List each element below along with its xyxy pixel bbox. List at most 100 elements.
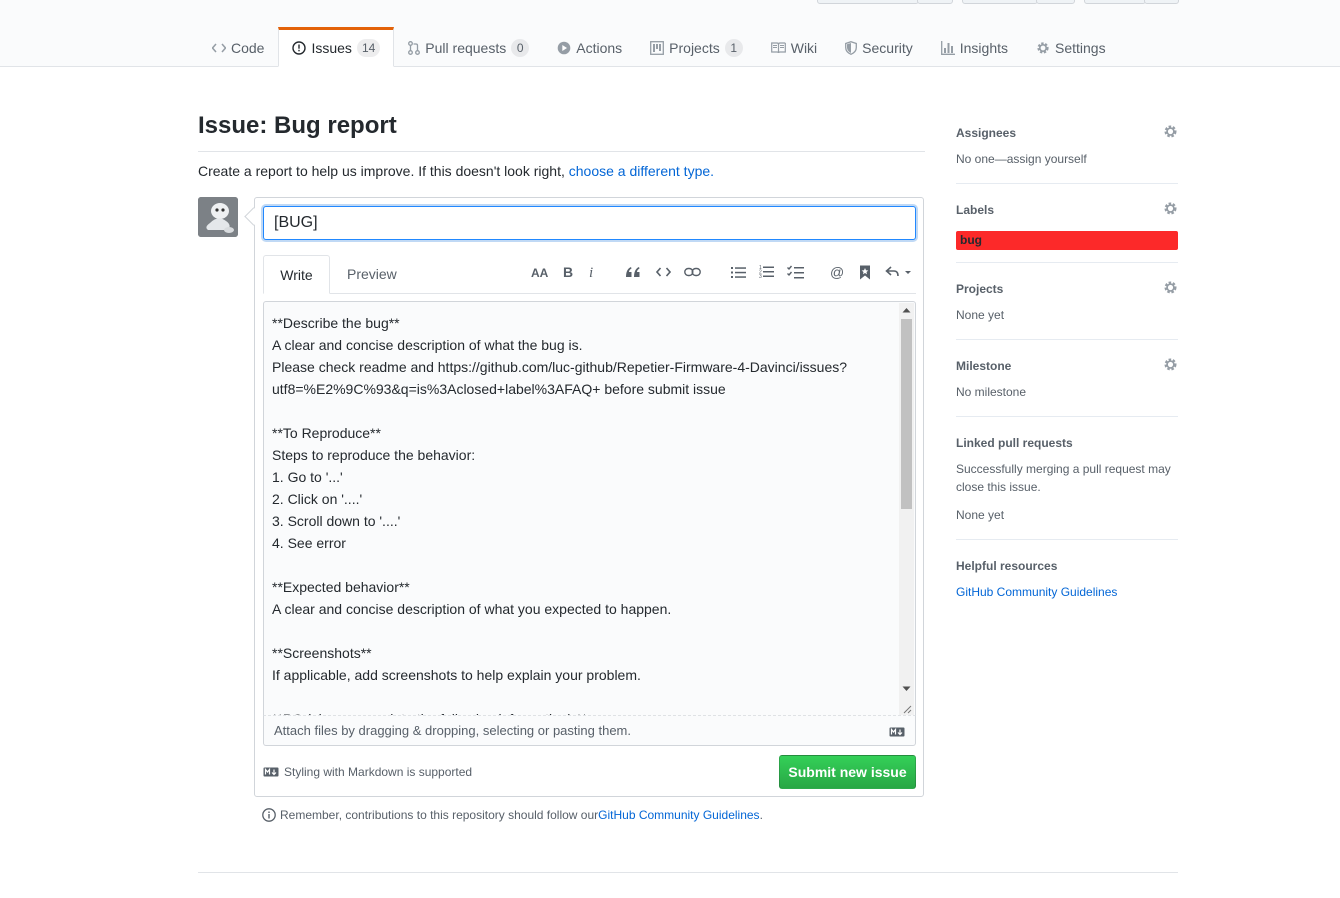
tab-label: Settings (1055, 39, 1106, 56)
tab-label: Actions (576, 39, 623, 56)
issue-body-textarea[interactable]: **Describe the bug** A clear and concise… (263, 301, 916, 716)
description-text: Create a report to help us improve. If t… (198, 163, 569, 179)
tab-label: Projects (669, 39, 720, 56)
gear-icon[interactable] (1163, 124, 1178, 142)
projects-counter: 1 (724, 38, 743, 57)
graph-icon (940, 40, 955, 55)
gear-icon[interactable] (1163, 357, 1178, 375)
fork-count[interactable] (1144, 0, 1179, 4)
tab-label: Pull requests (425, 39, 507, 56)
tab-label: Security (862, 39, 913, 56)
tab-issues[interactable]: Issues 14 (278, 27, 395, 67)
watch-button[interactable] (817, 0, 919, 4)
footer-divider (198, 872, 1178, 873)
info-icon (262, 808, 276, 822)
tab-insights[interactable]: Insights (927, 27, 1022, 66)
scrollbar-thumb[interactable] (901, 319, 912, 509)
star-count[interactable] (1036, 0, 1075, 4)
tab-label: Insights (959, 39, 1008, 56)
tab-security[interactable]: Security (831, 27, 927, 66)
helpful-heading: Helpful resources (956, 559, 1058, 573)
linked-prs-value: None yet (956, 508, 1005, 522)
ordered-list-icon[interactable]: 123 (757, 262, 775, 282)
play-icon (557, 41, 571, 55)
issues-counter: 14 (356, 39, 381, 57)
repo-header: Code Issues 14 Pull requests 0 Actions P… (0, 0, 1340, 67)
tab-projects[interactable]: Projects 1 (636, 27, 757, 66)
markdown-note[interactable]: Styling with Markdown is supported (263, 765, 472, 779)
contribution-note-end: . (759, 808, 763, 822)
title-divider (198, 151, 925, 152)
git-pull-request-icon (408, 40, 421, 55)
tab-code[interactable]: Code (198, 27, 278, 66)
gear-icon[interactable] (1163, 280, 1178, 298)
community-guidelines-link[interactable]: GitHub Community Guidelines (956, 583, 1117, 601)
markdown-icon (263, 767, 279, 777)
label-bug[interactable]: bug (956, 231, 1178, 250)
unordered-list-icon[interactable] (729, 262, 747, 282)
text-size-icon[interactable]: AA (530, 262, 550, 282)
shield-icon (845, 40, 858, 55)
milestone-heading: Milestone (956, 359, 1012, 373)
tab-write[interactable]: Write (263, 255, 330, 294)
milestone-value: No milestone (956, 385, 1027, 399)
quote-icon[interactable] (624, 262, 642, 282)
watch-count[interactable] (917, 0, 953, 4)
tab-label: Issues (311, 40, 352, 56)
markdown-icon (889, 725, 905, 740)
sidebar-assignees: Assignees No one—assign yourself (956, 124, 1178, 184)
textarea-scrollbar[interactable] (899, 303, 914, 715)
template-description: Create a report to help us improve. If t… (198, 163, 714, 179)
code-icon (212, 42, 226, 54)
star-button[interactable] (962, 0, 1038, 4)
fork-button[interactable] (1084, 0, 1146, 4)
issue-title-input[interactable] (263, 206, 916, 240)
page-title: Issue: Bug report (198, 112, 397, 139)
link-icon[interactable] (682, 262, 702, 282)
markdown-note-text: Styling with Markdown is supported (284, 765, 473, 779)
attach-files-text: Attach files by dragging & dropping, sel… (274, 723, 631, 738)
tab-wiki[interactable]: Wiki (757, 27, 831, 66)
scroll-down-icon[interactable] (902, 686, 911, 692)
book-icon (770, 41, 786, 54)
tab-settings[interactable]: Settings (1022, 27, 1120, 66)
italic-icon[interactable]: i (585, 262, 599, 282)
pull-requests-counter: 0 (511, 38, 530, 57)
tab-preview[interactable]: Preview (347, 255, 397, 293)
tab-actions[interactable]: Actions (543, 27, 636, 66)
project-icon (650, 40, 665, 55)
scroll-up-icon[interactable] (902, 307, 911, 313)
code-icon[interactable] (654, 262, 672, 282)
reply-icon[interactable] (884, 262, 914, 282)
sidebar-projects: Projects None yet (956, 280, 1178, 340)
issue-body-text[interactable]: **Describe the bug** A clear and concise… (272, 312, 892, 715)
saved-reply-icon[interactable] (856, 262, 874, 282)
gear-icon[interactable] (1163, 201, 1178, 219)
svg-text:B: B (563, 265, 573, 279)
projects-heading: Projects (956, 282, 1004, 296)
issue-opened-icon (292, 41, 307, 55)
mention-icon[interactable]: @ (828, 262, 846, 282)
submit-new-issue-button[interactable]: Submit new issue (779, 755, 916, 789)
svg-text:3: 3 (759, 274, 762, 279)
tab-label: Code (231, 39, 265, 56)
tab-pull-requests[interactable]: Pull requests 0 (394, 27, 543, 66)
community-guidelines-link[interactable]: GitHub Community Guidelines (598, 808, 759, 822)
gear-icon (1036, 41, 1050, 55)
svg-text:AA: AA (531, 266, 549, 278)
assignees-heading: Assignees (956, 126, 1017, 140)
bold-icon[interactable]: B (560, 262, 576, 282)
svg-text:@: @ (830, 265, 844, 280)
sidebar-milestone: Milestone No milestone (956, 357, 1178, 417)
assignees-value[interactable]: No one—assign yourself (956, 150, 1087, 168)
sidebar-helpful-resources: Helpful resources GitHub Community Guide… (956, 559, 1178, 604)
task-list-icon[interactable] (785, 262, 805, 282)
contribution-note-text: Remember, contributions to this reposito… (280, 808, 599, 822)
projects-value: None yet (956, 308, 1005, 322)
resize-handle-icon[interactable] (901, 703, 912, 714)
file-attach-area[interactable]: Attach files by dragging & dropping, sel… (263, 716, 916, 746)
sidebar-labels: Labels bug (956, 201, 1178, 263)
choose-different-type-link[interactable]: choose a different type. (569, 163, 714, 179)
svg-text:i: i (589, 265, 593, 279)
avatar[interactable] (198, 197, 238, 237)
